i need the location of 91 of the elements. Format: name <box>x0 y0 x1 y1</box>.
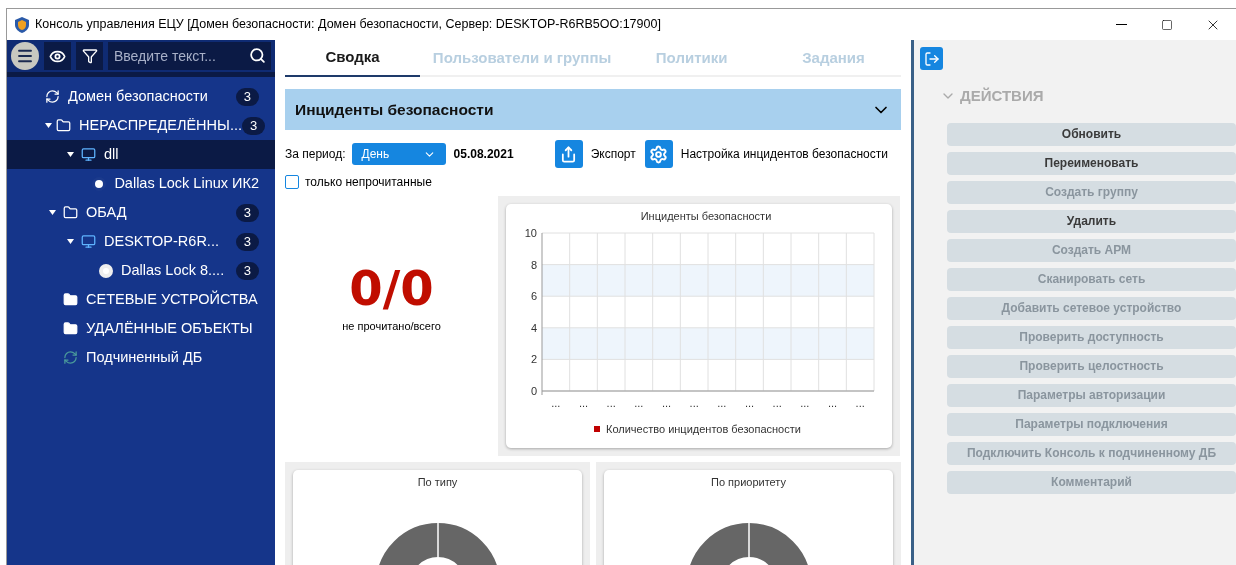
tree-label: Dallas Lock 8.... <box>121 260 226 280</box>
caret-icon[interactable] <box>45 122 52 129</box>
tree-item[interactable]: СЕТЕВЫЕ УСТРОЙСТВА <box>7 285 275 314</box>
tree-item[interactable]: Dallas Lock 8.... 3 <box>7 256 275 285</box>
y-tick-label: 2 <box>530 353 537 366</box>
search-field[interactable]: Введите текст... <box>108 42 271 70</box>
tree-item[interactable]: dll <box>7 140 275 169</box>
caret-icon[interactable] <box>66 151 74 158</box>
checkbox[interactable] <box>285 175 299 189</box>
tab[interactable]: Сводка <box>285 40 420 77</box>
incident-counter: 0/0 <box>349 264 434 312</box>
tree-label: Домен безопасности <box>68 86 209 106</box>
x-tick-label: ... <box>855 397 865 409</box>
export-icon <box>560 145 578 163</box>
menu-button[interactable] <box>11 42 39 70</box>
period-dropdown[interactable]: День <box>351 143 446 165</box>
caret-icon[interactable] <box>66 238 74 245</box>
tree-label: ОБАД <box>86 202 128 222</box>
collapse-panel-button[interactable] <box>920 47 943 70</box>
menu-icon <box>16 47 34 65</box>
tree-item[interactable]: Dallas Lock Linux ИК2 <box>7 169 275 198</box>
count-badge: 3 <box>235 87 259 106</box>
x-tick-label: ... <box>744 397 755 409</box>
sync-icon <box>63 350 78 365</box>
tree-item[interactable]: ОБАД 3 <box>7 198 275 227</box>
export-button[interactable]: Экспорт <box>554 140 636 168</box>
chart-title: Инциденты безопасности <box>640 210 772 222</box>
x-tick-label: ... <box>827 397 838 409</box>
caret-icon[interactable] <box>48 209 56 216</box>
monitor-icon <box>81 234 96 249</box>
actions-title: ДЕЙСТВИЯ <box>960 86 1044 106</box>
folder-icon <box>56 118 71 133</box>
donut-title: По приоритету <box>711 475 786 490</box>
donut-title: По типу <box>417 475 458 490</box>
x-tick-label: ... <box>634 397 644 409</box>
folder-icon <box>63 292 78 307</box>
y-tick-label: 8 <box>530 258 537 271</box>
monitor-icon <box>81 147 96 162</box>
tree-label: DESKTOP-R6R... <box>104 231 220 251</box>
x-tick-label: ... <box>689 397 699 409</box>
legend-label: Количество инцидентов безопасности <box>606 423 801 435</box>
tree-label: Подчиненный ДБ <box>86 347 204 367</box>
eye-button[interactable] <box>44 42 71 70</box>
tree-item[interactable]: УДАЛЁННЫЕ ОБЪЕКТЫ <box>7 314 275 343</box>
x-tick-label: ... <box>800 397 810 409</box>
section-title: Инциденты безопасности <box>295 99 495 120</box>
folder-icon <box>63 321 78 336</box>
minimize-icon <box>1115 24 1127 25</box>
period-label: За период: <box>285 146 346 163</box>
checkbox-label: только непрочитанные <box>305 174 432 191</box>
action-button[interactable]: Обновить <box>947 122 1236 146</box>
tree-label: Dallas Lock Linux ИК2 <box>114 173 259 193</box>
date-value: 05.08.2021 <box>453 146 514 163</box>
action-button[interactable]: Удалить <box>947 209 1236 233</box>
count-badge: 3 <box>235 232 259 251</box>
x-tick-label: ... <box>717 397 727 409</box>
tree-item[interactable]: DESKTOP-R6R... 3 <box>7 227 275 256</box>
folder-icon <box>63 205 78 220</box>
incident-settings-button[interactable]: Настройка инцидентов безопасности <box>644 140 888 168</box>
y-tick-label: 10 <box>524 227 537 239</box>
y-tick-label: 0 <box>530 385 537 397</box>
action-button[interactable]: Переименовать <box>947 151 1236 175</box>
x-tick-label: ... <box>606 397 616 409</box>
search-icon[interactable] <box>249 47 266 64</box>
x-tick-label: ... <box>661 397 672 409</box>
y-tick-label: 6 <box>530 290 537 303</box>
tree-label: УДАЛЁННЫЕ ОБЪЕКТЫ <box>86 318 254 338</box>
tree-label: СЕТЕВЫЕ УСТРОЙСТВА <box>86 289 259 309</box>
count-badge: 3 <box>235 261 259 280</box>
filter-button[interactable] <box>76 42 103 70</box>
agent-icon <box>92 176 107 191</box>
x-tick-label: ... <box>578 397 589 409</box>
tree-label: dll <box>104 144 120 164</box>
tree-item[interactable]: НЕРАСПРЕДЕЛЁННЫ... 3 <box>7 111 275 140</box>
maximize-icon <box>1161 18 1173 31</box>
agent-icon <box>99 263 113 278</box>
shield-logo-icon <box>15 16 29 33</box>
tree-label: НЕРАСПРЕДЕЛЁННЫ... <box>79 115 242 135</box>
gear-icon <box>649 144 669 164</box>
filter-icon <box>81 48 98 64</box>
counter-caption: не прочитано/всего <box>342 319 441 334</box>
x-tick-label: ... <box>772 397 782 409</box>
count-badge: 3 <box>242 116 266 135</box>
window-title: Консоль управления ЕЦУ [Домен безопасности: Домен безопасности, Сервер: DESKTOP-R6RB5OO:17900] <box>35 16 662 34</box>
domain-icon <box>45 89 60 104</box>
x-tick-label: ... <box>551 397 561 409</box>
section-header[interactable]: Инциденты безопасности <box>285 89 901 130</box>
tree-item[interactable]: Домен безопасности 3 <box>7 82 275 111</box>
tree-item[interactable]: Подчиненный ДБ <box>7 343 275 372</box>
y-tick-label: 4 <box>530 321 537 334</box>
count-badge: 3 <box>235 203 259 222</box>
